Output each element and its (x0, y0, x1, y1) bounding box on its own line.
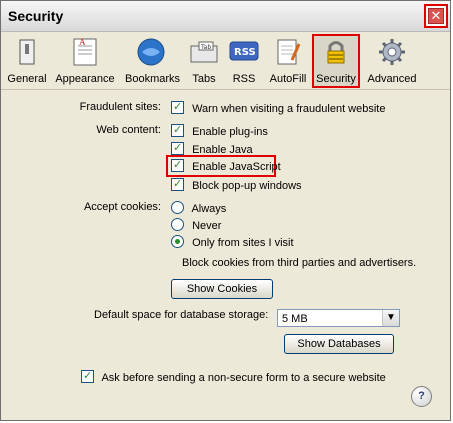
tabs-icon: Tab (190, 41, 218, 63)
security-icon (327, 41, 345, 64)
enable-java-row[interactable]: Enable Java (171, 141, 253, 156)
warn-fraudulent-text: Warn when visiting a fraudulent website (192, 103, 386, 115)
cookies-never-text: Never (192, 220, 222, 232)
nonsecure-form-text: Ask before sending a non-secure form to … (101, 372, 386, 384)
database-space-select[interactable]: 5 MB ▼ (277, 309, 400, 327)
window-title: Security (8, 8, 64, 24)
tab-bookmarks[interactable]: Bookmarks (125, 36, 181, 86)
preferences-toolbar: General A Appearance Bookmarks Tab Tabs … (1, 32, 450, 90)
enable-java-checkbox[interactable] (171, 141, 184, 155)
tab-label: Bookmarks (125, 73, 181, 85)
close-button[interactable]: ✕ (424, 4, 448, 28)
block-popups-text: Block pop-up windows (192, 180, 302, 192)
warn-fraudulent-checkbox[interactable] (171, 100, 184, 114)
tab-tabs[interactable]: Tab Tabs (186, 36, 222, 86)
title-bar: Security ✕ (1, 1, 450, 32)
bookmarks-icon (137, 38, 165, 66)
fraudulent-sites-label: Fraudulent sites: (79, 101, 161, 113)
appearance-icon: A (73, 37, 97, 66)
block-popups-row[interactable]: Block pop-up windows (171, 177, 302, 192)
cookies-always-radio[interactable] (171, 201, 184, 214)
svg-text:Tab: Tab (200, 44, 211, 51)
web-content-label: Web content: (96, 124, 161, 136)
enable-javascript-checkbox[interactable] (171, 158, 184, 172)
warn-fraudulent-checkbox-row[interactable]: Warn when visiting a fraudulent website (171, 100, 386, 115)
enable-plugins-row[interactable]: Enable plug-ins (171, 123, 268, 138)
enable-plugins-checkbox[interactable] (171, 123, 184, 137)
cookies-never-row[interactable]: Never (171, 218, 221, 232)
tab-label: General (7, 73, 47, 85)
nonsecure-form-row[interactable]: Ask before sending a non-secure form to … (81, 369, 386, 384)
accept-cookies-label: Accept cookies: (83, 201, 161, 213)
cookies-only-radio[interactable] (171, 235, 184, 248)
tab-advanced[interactable]: Advanced (365, 36, 419, 86)
cookies-always-text: Always (191, 203, 227, 215)
security-preferences-window: Security ✕ General A Appearance Bookmark… (0, 0, 451, 421)
tab-autofill[interactable]: AutoFill (267, 36, 309, 86)
tab-label: AutoFill (269, 73, 307, 85)
chevron-down-icon: ▼ (382, 310, 399, 326)
enable-plugins-text: Enable plug-ins (192, 126, 268, 138)
tab-security[interactable]: Security (312, 34, 360, 88)
tab-label: RSS (232, 73, 256, 85)
show-databases-button[interactable]: Show Databases (284, 334, 394, 354)
database-space-label: Default space for database storage: (94, 309, 269, 321)
cookies-note: Block cookies from third parties and adv… (182, 257, 417, 269)
tab-label: Appearance (55, 73, 115, 85)
tab-label: Advanced (367, 73, 417, 85)
tab-general[interactable]: General (6, 36, 48, 86)
block-popups-checkbox[interactable] (171, 177, 184, 191)
general-icon (19, 39, 35, 65)
database-space-value: 5 MB (282, 313, 308, 325)
tab-label: Security (316, 73, 356, 85)
show-cookies-button[interactable]: Show Cookies (171, 279, 273, 299)
close-icon: ✕ (428, 8, 444, 24)
tab-label: Tabs (192, 73, 216, 85)
rss-icon: RSS (229, 41, 259, 61)
nonsecure-form-checkbox[interactable] (81, 369, 94, 383)
cookies-only-row[interactable]: Only from sites I visit (171, 235, 294, 249)
tab-appearance[interactable]: A Appearance (54, 36, 116, 86)
svg-text:A: A (79, 37, 86, 47)
tab-rss[interactable]: RSS RSS (228, 36, 260, 86)
cookies-always-row[interactable]: Always (171, 201, 226, 215)
autofill-icon (277, 39, 301, 65)
enable-javascript-text: Enable JavaScript (192, 161, 281, 173)
help-button[interactable]: ? (411, 386, 432, 407)
cookies-never-radio[interactable] (171, 218, 184, 231)
advanced-icon (379, 39, 405, 65)
svg-text:RSS: RSS (234, 47, 256, 58)
cookies-only-text: Only from sites I visit (192, 237, 294, 249)
enable-javascript-row[interactable]: Enable JavaScript (171, 158, 281, 173)
